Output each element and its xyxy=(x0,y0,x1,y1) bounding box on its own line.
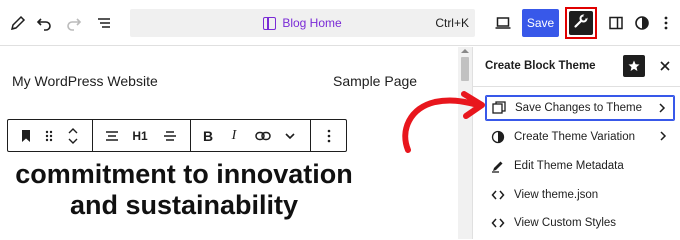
pencil-icon[interactable] xyxy=(4,9,32,37)
menu-item-label: Create Theme Variation xyxy=(514,131,636,143)
close-icon[interactable] xyxy=(655,55,675,77)
menu-item-view-theme-json[interactable]: View theme.json xyxy=(485,182,675,208)
bold-button[interactable]: B xyxy=(196,120,220,151)
sidebar-header: Create Block Theme xyxy=(473,47,680,87)
command-shortcut: Ctrl+K xyxy=(435,16,469,30)
save-button[interactable]: Save xyxy=(522,9,559,37)
toolbar-divider xyxy=(310,120,311,151)
create-block-theme-sidebar: Create Block Theme Save Changes to Theme… xyxy=(472,47,680,239)
code-icon xyxy=(489,214,507,232)
save-icon xyxy=(490,99,508,117)
create-block-theme-button[interactable] xyxy=(565,7,597,39)
canvas-scrollbar[interactable] xyxy=(458,47,472,239)
code-icon xyxy=(489,186,507,204)
text-align-icon[interactable] xyxy=(158,120,182,151)
menu-item-create-theme-variation[interactable]: Create Theme Variation xyxy=(485,124,675,150)
link-icon[interactable] xyxy=(250,120,276,151)
menu-item-label: Save Changes to Theme xyxy=(515,102,643,114)
device-preview-icon[interactable] xyxy=(489,9,517,37)
chevron-right-icon xyxy=(658,102,666,117)
menu-item-label: View Custom Styles xyxy=(514,217,617,229)
editor-canvas[interactable]: My WordPress Website Sample Page H1 B I xyxy=(0,47,472,239)
template-icon xyxy=(263,16,277,30)
block-options-icon[interactable] xyxy=(316,120,342,151)
drag-handle-icon[interactable] xyxy=(40,120,58,151)
options-menu-icon[interactable] xyxy=(652,9,680,37)
toolbar-divider xyxy=(190,120,191,151)
heading-block[interactable]: commitment to innovation and sustainabil… xyxy=(0,159,368,221)
undo-icon[interactable] xyxy=(30,9,58,37)
heading-level-button[interactable]: H1 xyxy=(128,120,152,151)
nav-link-sample-page[interactable]: Sample Page xyxy=(333,73,417,89)
scroll-up-arrow-icon[interactable] xyxy=(461,49,469,53)
block-toolbar: H1 B I xyxy=(7,119,347,152)
chevron-right-icon xyxy=(659,130,667,145)
italic-button[interactable]: I xyxy=(222,120,246,151)
command-palette-bar[interactable]: Blog Home Ctrl+K xyxy=(130,9,475,37)
block-type-icon[interactable] xyxy=(14,120,38,151)
styles-icon xyxy=(489,128,507,146)
menu-item-label: View theme.json xyxy=(514,189,599,201)
settings-sidebar-icon[interactable] xyxy=(602,9,630,37)
menu-item-label: Edit Theme Metadata xyxy=(514,160,624,172)
editor-top-toolbar: Blog Home Ctrl+K Save xyxy=(0,0,680,46)
redo-icon[interactable] xyxy=(60,9,88,37)
move-up-down-icon[interactable] xyxy=(62,120,84,151)
align-icon[interactable] xyxy=(100,120,124,151)
wrench-icon xyxy=(573,13,589,34)
site-title[interactable]: My WordPress Website xyxy=(12,73,158,89)
menu-item-edit-theme-metadata[interactable]: Edit Theme Metadata xyxy=(485,153,675,179)
scrollbar-thumb[interactable] xyxy=(461,57,469,81)
toolbar-divider xyxy=(92,120,93,151)
document-overview-icon[interactable] xyxy=(90,9,118,37)
menu-item-save-changes-to-theme[interactable]: Save Changes to Theme xyxy=(485,95,675,121)
menu-item-view-custom-styles[interactable]: View Custom Styles xyxy=(485,210,675,236)
pencil-icon xyxy=(489,157,507,175)
star-icon[interactable] xyxy=(623,55,645,77)
sidebar-title: Create Block Theme xyxy=(485,60,596,72)
more-rich-text-chevron-icon[interactable] xyxy=(278,120,302,151)
command-title: Blog Home xyxy=(282,16,342,30)
